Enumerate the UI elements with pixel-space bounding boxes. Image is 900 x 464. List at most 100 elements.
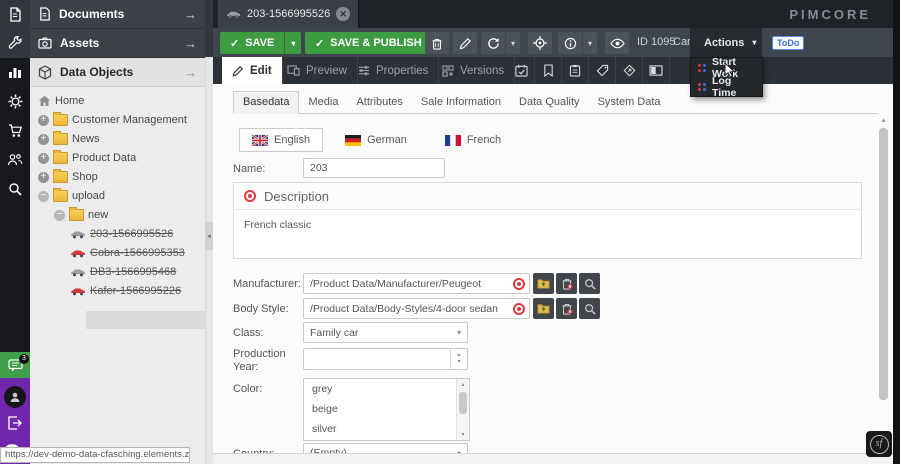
spinner-down-icon[interactable]: ▾ <box>457 359 460 366</box>
body-style-search-button[interactable] <box>579 298 600 319</box>
tools-rail-icon[interactable] <box>0 29 30 58</box>
class-select[interactable]: Family car ▾ <box>303 322 468 343</box>
tree-item-customer-management[interactable]: + Customer Management <box>38 111 187 129</box>
expand-plus-icon[interactable]: + <box>38 172 49 183</box>
collapse-minus-icon[interactable]: − <box>54 210 65 221</box>
close-icon[interactable]: ✕ <box>336 7 350 21</box>
spinner-arrows[interactable]: ▴▾ <box>450 349 467 369</box>
name-input[interactable] <box>303 158 445 178</box>
settings-rail-icon[interactable] <box>0 87 30 116</box>
manufacturer-label: Manufacturer: <box>233 278 301 290</box>
tree-item-label: Kafer-1566995226 <box>90 285 181 297</box>
rename-button[interactable] <box>453 32 477 54</box>
subtab-sale-information[interactable]: Sale Information <box>412 92 510 113</box>
subtab-basedata[interactable]: Basedata <box>233 91 299 114</box>
color-option-grey[interactable]: grey <box>304 379 469 399</box>
mouse-cursor <box>724 62 736 78</box>
scroll-up-icon[interactable]: ▴ <box>877 116 890 124</box>
subtab-attributes[interactable]: Attributes <box>347 92 411 113</box>
collapse-minus-icon[interactable]: − <box>38 191 49 202</box>
tree-item-news[interactable]: + News <box>38 130 100 148</box>
actions-dropdown-button[interactable]: Actions ▾ <box>690 28 762 57</box>
language-tab-french[interactable]: French <box>433 128 513 152</box>
color-multiselect[interactable]: grey beige silver ▴ ▾ <box>303 378 470 441</box>
body-style-input[interactable] <box>303 298 530 319</box>
tree-item-db3[interactable]: DB3-1566995468 <box>70 263 176 281</box>
menu-item-label: Log Time <box>712 75 755 99</box>
manufacturer-search-button[interactable] <box>579 273 600 294</box>
tab-versions[interactable]: Versions <box>432 57 515 84</box>
tab-edit[interactable]: Edit <box>222 57 283 84</box>
scroll-up-icon[interactable]: ▴ <box>457 381 469 388</box>
tree-item-home[interactable]: Home <box>38 92 84 110</box>
panel-splitter[interactable] <box>205 57 213 464</box>
manufacturer-open-button[interactable] <box>533 273 554 294</box>
class-value: Family car <box>310 327 358 339</box>
info-dropdown-caret[interactable]: ▾ <box>583 32 597 54</box>
check-icon: ✓ <box>315 37 324 50</box>
body-style-open-button[interactable] <box>533 298 554 319</box>
reload-button[interactable] <box>481 32 505 54</box>
tree-item-product-data[interactable]: + Product Data <box>38 149 136 167</box>
documents-rail-icon[interactable] <box>0 0 30 29</box>
users-rail-icon[interactable] <box>0 145 30 174</box>
language-tab-label: German <box>367 134 407 146</box>
locate-in-tree-button[interactable] <box>528 32 552 54</box>
save-dropdown-caret[interactable]: ▾ <box>284 32 301 54</box>
tree-item-cobra[interactable]: Cobra-1566995353 <box>70 244 185 262</box>
collapse-panel-handle[interactable]: ◂ <box>205 222 213 250</box>
data-objects-panel-header[interactable]: Data Objects → <box>30 58 205 87</box>
tab-label: Preview <box>306 65 347 77</box>
manufacturer-input[interactable] <box>303 273 530 294</box>
tab-schedule[interactable] <box>508 57 535 84</box>
open-object-tab[interactable]: 203-1566995526 ✕ <box>218 0 359 28</box>
chat-button[interactable]: 3 <box>0 352 30 378</box>
subtab-data-quality[interactable]: Data Quality <box>510 92 589 113</box>
tree-item-shop[interactable]: + Shop <box>38 168 98 186</box>
manufacturer-remove-button[interactable] <box>556 273 577 294</box>
color-option-silver[interactable]: silver <box>304 419 469 439</box>
spinner-up-icon[interactable]: ▴ <box>457 352 460 359</box>
tree-item-kafer[interactable]: Kafer-1566995226 <box>70 282 181 300</box>
body-style-remove-button[interactable] <box>556 298 577 319</box>
expand-plus-icon[interactable]: + <box>38 153 49 164</box>
tab-compare[interactable] <box>643 57 670 84</box>
scroll-down-icon[interactable]: ▾ <box>457 431 469 438</box>
color-list-scrollbar[interactable]: ▴ ▾ <box>456 379 469 440</box>
info-button[interactable] <box>558 32 582 54</box>
menu-item-log-time[interactable]: Log Time <box>691 77 762 96</box>
language-tab-english[interactable]: English <box>239 128 323 152</box>
avatar[interactable] <box>4 386 26 408</box>
open-preview-button[interactable] <box>605 32 629 54</box>
ecommerce-rail-icon[interactable] <box>0 116 30 145</box>
tree-item-203-selected[interactable]: 203-1566995526 <box>70 225 173 243</box>
delete-button[interactable] <box>425 32 449 54</box>
expand-plus-icon[interactable]: + <box>38 134 49 145</box>
symfony-profiler-badge[interactable]: sf <box>866 431 892 457</box>
logout-button[interactable] <box>7 416 23 430</box>
tab-preview[interactable]: Preview <box>277 57 358 84</box>
assets-panel-header[interactable]: Assets → <box>30 29 205 58</box>
tab-workflow[interactable] <box>616 57 643 84</box>
main-scrollbar-thumb[interactable] <box>879 128 888 400</box>
description-editable[interactable]: French classic <box>234 210 861 240</box>
reload-dropdown-caret[interactable]: ▾ <box>506 32 520 54</box>
save-button[interactable]: ✓SAVE ▾ <box>220 32 301 54</box>
documents-panel-header[interactable]: Documents → <box>30 0 205 29</box>
production-year-spinner[interactable]: ▴▾ <box>303 348 468 370</box>
reports-rail-icon[interactable] <box>0 58 30 87</box>
subtab-system-data[interactable]: System Data <box>589 92 670 113</box>
color-option-beige[interactable]: beige <box>304 399 469 419</box>
tab-properties[interactable]: Properties <box>348 57 439 84</box>
german-flag-icon <box>345 135 361 146</box>
tree-item-upload[interactable]: − upload <box>38 187 105 205</box>
tab-dependencies[interactable] <box>535 57 562 84</box>
tab-notes-events[interactable] <box>562 57 589 84</box>
scrollbar-thumb[interactable] <box>459 392 467 414</box>
subtab-media[interactable]: Media <box>299 92 347 113</box>
language-tab-german[interactable]: German <box>333 128 419 152</box>
tree-item-new[interactable]: − new <box>54 206 108 224</box>
search-rail-icon[interactable] <box>0 174 30 203</box>
expand-plus-icon[interactable]: + <box>38 115 49 126</box>
tab-tags[interactable] <box>589 57 616 84</box>
